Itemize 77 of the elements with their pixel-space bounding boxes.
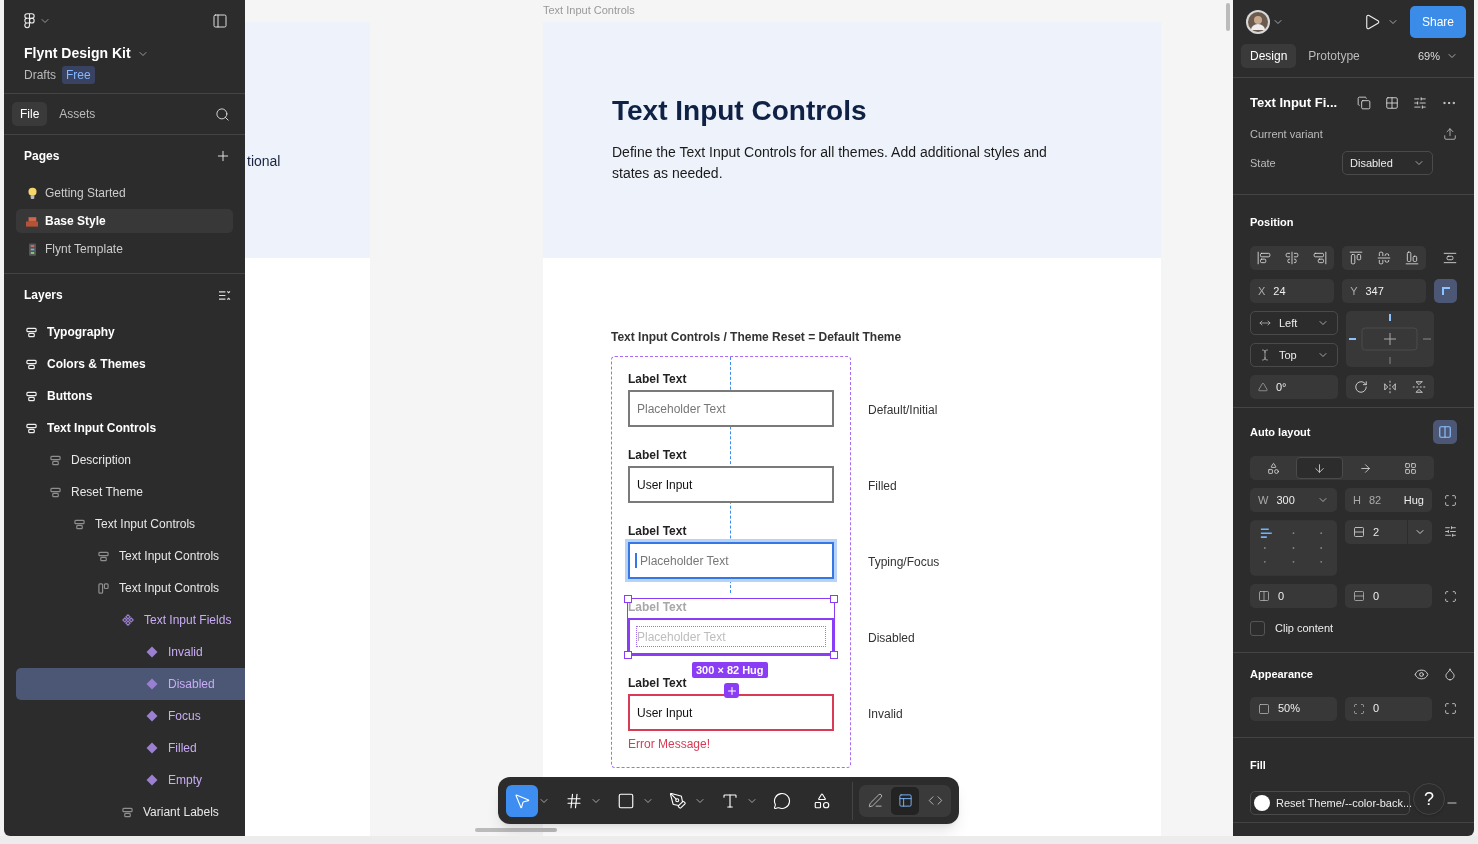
panel-tab[interactable]: Design bbox=[1241, 44, 1297, 68]
variant-label: Default/Initial bbox=[868, 403, 938, 417]
page-item[interactable]: Getting Started bbox=[16, 181, 233, 205]
variant-heading: Current variant bbox=[1250, 126, 1323, 142]
field-label: W bbox=[1258, 492, 1269, 508]
field-label: X bbox=[1258, 283, 1266, 299]
layer-item[interactable]: Reset Theme bbox=[4, 476, 245, 508]
page-item[interactable]: Base Style bbox=[16, 209, 233, 233]
layer-item[interactable]: Description bbox=[4, 444, 245, 476]
frame-title: Text Input Controls bbox=[612, 94, 868, 128]
error-message: Error Message! bbox=[628, 736, 712, 752]
layer-item[interactable]: Text Input Fields bbox=[4, 604, 245, 636]
property-dropdown[interactable]: Disabled bbox=[1342, 151, 1433, 175]
field-label: Label Text bbox=[628, 675, 687, 691]
rotation-field[interactable]: 0° bbox=[1250, 375, 1338, 399]
height-field[interactable]: H 82 Hug bbox=[1345, 488, 1432, 512]
page-item[interactable]: Flynt Template bbox=[16, 237, 233, 261]
layer-item[interactable]: Text Input Controls bbox=[4, 508, 245, 540]
layer-item[interactable]: Invalid bbox=[4, 636, 245, 668]
section-title: Fill bbox=[1250, 759, 1266, 771]
x-field[interactable]: X 24 bbox=[1250, 279, 1335, 303]
vertical-constraint-dropdown[interactable]: Top bbox=[1250, 343, 1338, 367]
section-title: Position bbox=[1250, 216, 1294, 228]
section-title: Appearance bbox=[1250, 667, 1313, 682]
layer-item[interactable]: Text Input Controls bbox=[4, 540, 245, 572]
layer-item[interactable]: Filled bbox=[4, 732, 245, 764]
input-field[interactable]: User Input bbox=[628, 466, 834, 503]
field-label: Label Text bbox=[628, 523, 687, 539]
field-label: Y bbox=[1350, 283, 1358, 299]
field-label: Label Text bbox=[628, 447, 687, 463]
input-field[interactable]: Placeholder Text bbox=[628, 618, 834, 655]
vertical-padding-field[interactable]: 0 bbox=[1345, 584, 1432, 608]
size-badge: 300 × 82 Hug bbox=[692, 662, 768, 678]
layer-item[interactable]: Text Input Controls bbox=[4, 412, 245, 444]
file-location: Drafts bbox=[24, 67, 56, 84]
selection-name: Text Input Fi... bbox=[1250, 94, 1338, 112]
checkbox-label: Clip content bbox=[1275, 621, 1334, 636]
section-title: Pages bbox=[24, 148, 60, 165]
frame-description: Define the Text Input Controls for all themes. Add additional styles and states as needed. bbox=[612, 143, 1048, 183]
variant-label: Typing/Focus bbox=[868, 555, 940, 569]
layer-item[interactable]: Typography bbox=[4, 316, 245, 348]
file-name[interactable]: Flynt Design Kit bbox=[24, 43, 131, 64]
variant-label: Invalid bbox=[868, 707, 903, 721]
zoom-level[interactable]: 69% bbox=[1417, 47, 1440, 65]
section-title: Auto layout bbox=[1250, 424, 1311, 440]
panel-tab[interactable]: Assets bbox=[51, 102, 104, 126]
horizontal-padding-field[interactable]: 0 bbox=[1250, 584, 1337, 608]
width-field[interactable]: W 300 bbox=[1250, 488, 1337, 512]
frame-text: tional bbox=[246, 153, 281, 169]
layer-item[interactable]: Focus bbox=[4, 700, 245, 732]
horizontal-constraint-dropdown[interactable]: Left bbox=[1250, 311, 1338, 335]
fill-field[interactable]: Reset Theme/--color-back... bbox=[1250, 791, 1410, 815]
opacity-field[interactable]: 50% bbox=[1250, 696, 1337, 721]
layer-item[interactable]: Colors & Themes bbox=[4, 348, 245, 380]
layer-item[interactable]: Buttons bbox=[4, 380, 245, 412]
variant-label: Disabled bbox=[868, 631, 915, 645]
corner-radius-field[interactable]: 0 bbox=[1345, 696, 1432, 721]
field-label: H bbox=[1353, 492, 1361, 508]
plan-badge: Free bbox=[62, 66, 95, 84]
section-caption: Text Input Controls / Theme Reset = Default Theme bbox=[611, 329, 903, 346]
field-label: Label Text bbox=[628, 371, 687, 387]
panel-tab[interactable]: Prototype bbox=[1299, 44, 1369, 68]
field-label: Label Text bbox=[628, 599, 687, 615]
layer-item[interactable]: Empty bbox=[4, 764, 245, 796]
input-field[interactable]: Placeholder Text bbox=[628, 542, 834, 579]
input-field[interactable]: User Input bbox=[628, 694, 834, 731]
help-button[interactable]: ? bbox=[1413, 783, 1445, 815]
y-field[interactable]: Y 347 bbox=[1342, 279, 1427, 303]
variant-label: Filled bbox=[868, 479, 897, 493]
input-field[interactable]: Placeholder Text bbox=[628, 390, 834, 427]
section-title: Layers bbox=[24, 287, 63, 304]
gap-field[interactable]: 2 bbox=[1345, 520, 1432, 544]
layer-item[interactable]: Disabled bbox=[16, 668, 245, 700]
layer-item[interactable]: Text Input Controls bbox=[4, 572, 245, 604]
property-label: State bbox=[1250, 155, 1277, 171]
layer-item[interactable]: Variant Labels bbox=[4, 796, 245, 828]
panel-tab[interactable]: File bbox=[12, 102, 48, 126]
